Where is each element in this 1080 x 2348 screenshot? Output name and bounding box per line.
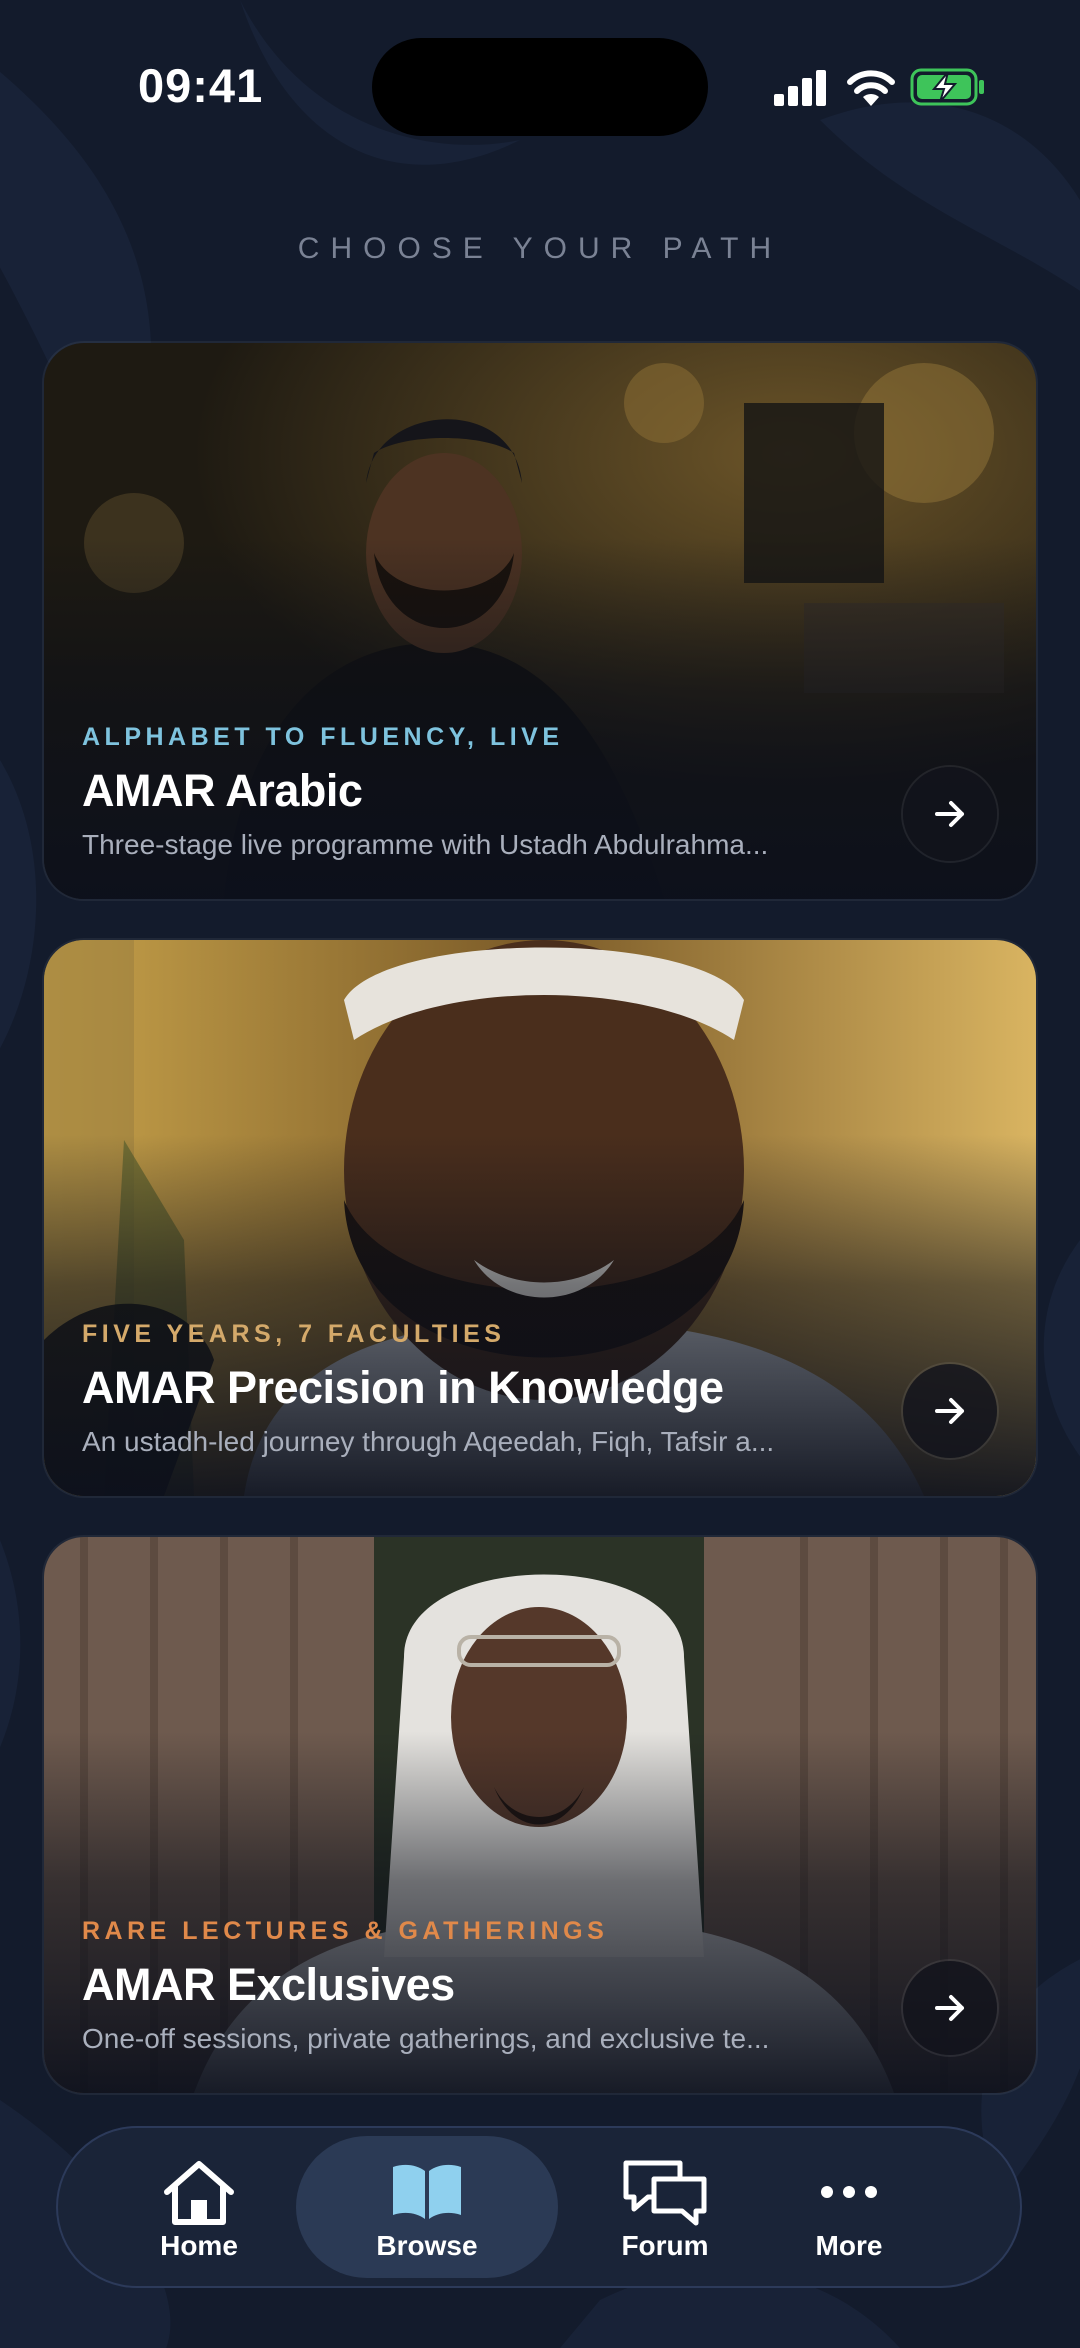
tab-home[interactable]: Home bbox=[112, 2126, 286, 2288]
card-eyebrow: RARE LECTURES & GATHERINGS bbox=[82, 1917, 609, 1945]
card-title: AMAR Arabic bbox=[82, 765, 363, 816]
card-description: An ustadh-led journey through Aqeedah, F… bbox=[82, 1426, 775, 1457]
status-time: 09:41 bbox=[138, 59, 264, 112]
dynamic-island bbox=[372, 38, 708, 136]
tab-browse[interactable]: Browse bbox=[296, 2126, 558, 2288]
card-arrow-button[interactable] bbox=[903, 1961, 997, 2055]
card-title: AMAR Precision in Knowledge bbox=[82, 1362, 724, 1413]
open-book-icon bbox=[393, 2164, 461, 2219]
arrow-right-icon bbox=[935, 1398, 964, 1424]
tab-label: Home bbox=[160, 2230, 238, 2261]
card-eyebrow: FIVE YEARS, 7 FACULTIES bbox=[82, 1320, 506, 1348]
bottom-tab-bar: Home Browse Forum More bbox=[56, 2126, 1022, 2288]
chat-bubbles-icon bbox=[623, 2160, 707, 2226]
card-description: One-off sessions, private gatherings, an… bbox=[82, 2023, 770, 2054]
card-arrow-button[interactable] bbox=[903, 767, 997, 861]
tab-forum[interactable]: Forum bbox=[578, 2126, 752, 2288]
wifi-icon bbox=[847, 70, 895, 106]
card-arrow-button[interactable] bbox=[903, 1364, 997, 1458]
arrow-right-icon bbox=[935, 1995, 964, 2021]
path-card-exclusives[interactable]: RARE LECTURES & GATHERINGS AMAR Exclusiv… bbox=[44, 1537, 1036, 2093]
status-bar: 09:41 bbox=[0, 0, 1080, 175]
arrow-right-icon bbox=[935, 801, 964, 827]
battery-charging-icon bbox=[910, 68, 984, 106]
card-description: Three-stage live programme with Ustadh A… bbox=[82, 829, 769, 860]
more-dots-icon bbox=[821, 2186, 877, 2198]
card-title: AMAR Exclusives bbox=[82, 1959, 455, 2010]
signal-icon bbox=[774, 70, 826, 106]
card-eyebrow: ALPHABET TO FLUENCY, LIVE bbox=[82, 723, 564, 751]
tab-more[interactable]: More bbox=[762, 2126, 936, 2288]
home-icon bbox=[164, 2161, 234, 2225]
tab-label: More bbox=[815, 2230, 883, 2261]
page-heading: CHOOSE YOUR PATH bbox=[297, 232, 783, 265]
path-card-precision[interactable]: FIVE YEARS, 7 FACULTIES AMAR Precision i… bbox=[44, 940, 1036, 1496]
tab-label: Forum bbox=[621, 2230, 709, 2261]
tab-label: Browse bbox=[376, 2230, 478, 2261]
path-card-arabic[interactable]: ALPHABET TO FLUENCY, LIVE AMAR Arabic Th… bbox=[44, 343, 1036, 899]
